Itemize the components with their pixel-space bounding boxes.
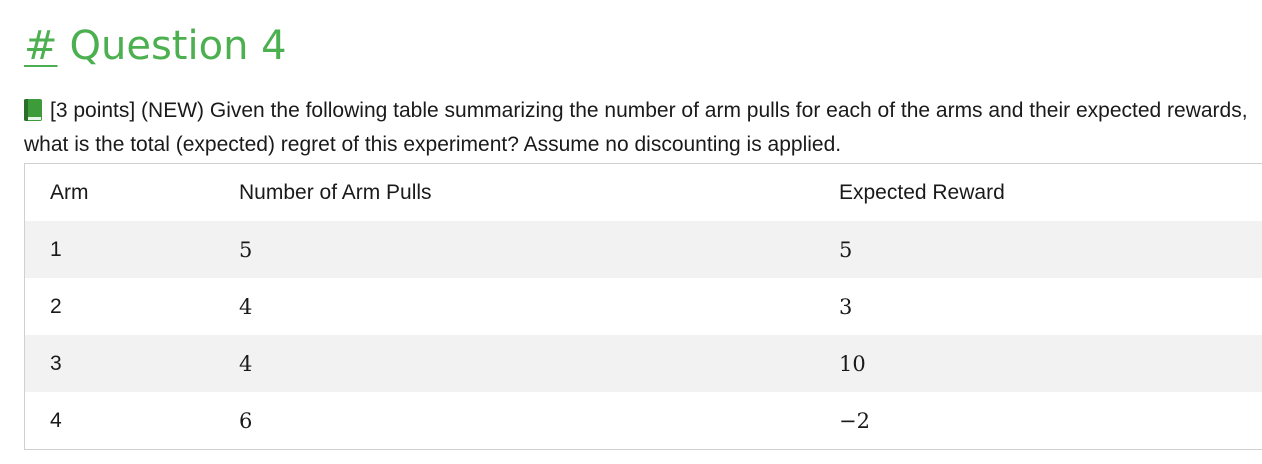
heading-anchor-link[interactable]: # bbox=[24, 23, 58, 69]
cell-expected-reward: 5 bbox=[839, 237, 853, 262]
cell-expected-reward: 3 bbox=[839, 294, 853, 319]
green-book-icon bbox=[24, 99, 42, 121]
header-arm: Arm bbox=[50, 180, 89, 204]
question-heading: # Question 4 bbox=[24, 18, 287, 74]
cell-arm: 1 bbox=[50, 237, 62, 261]
table-row: 4 6 −2 bbox=[25, 392, 1262, 449]
table-row: 3 4 10 bbox=[25, 335, 1262, 392]
cell-expected-reward: 10 bbox=[839, 351, 866, 376]
cell-arm: 4 bbox=[50, 408, 62, 432]
cell-arm: 2 bbox=[50, 294, 62, 318]
table-row: 1 5 5 bbox=[25, 221, 1262, 278]
cell-arm-pulls: 5 bbox=[239, 237, 253, 262]
table-row: 2 4 3 bbox=[25, 278, 1262, 335]
arm-pulls-table: Arm Number of Arm Pulls Expected Reward … bbox=[24, 163, 1262, 450]
header-expected-reward: Expected Reward bbox=[839, 180, 1005, 204]
question-text: [3 points] (NEW) Given the following tab… bbox=[24, 94, 1258, 162]
header-number-of-arm-pulls: Number of Arm Pulls bbox=[239, 180, 432, 204]
table-header-row: Arm Number of Arm Pulls Expected Reward bbox=[25, 164, 1262, 221]
cell-expected-reward: −2 bbox=[839, 408, 870, 433]
cell-arm-pulls: 6 bbox=[239, 408, 253, 433]
question-body: [3 points] (NEW) Given the following tab… bbox=[24, 99, 1248, 156]
cell-arm-pulls: 4 bbox=[239, 351, 253, 376]
cell-arm: 3 bbox=[50, 351, 62, 375]
heading-title: Question 4 bbox=[69, 23, 287, 69]
cell-arm-pulls: 4 bbox=[239, 294, 253, 319]
